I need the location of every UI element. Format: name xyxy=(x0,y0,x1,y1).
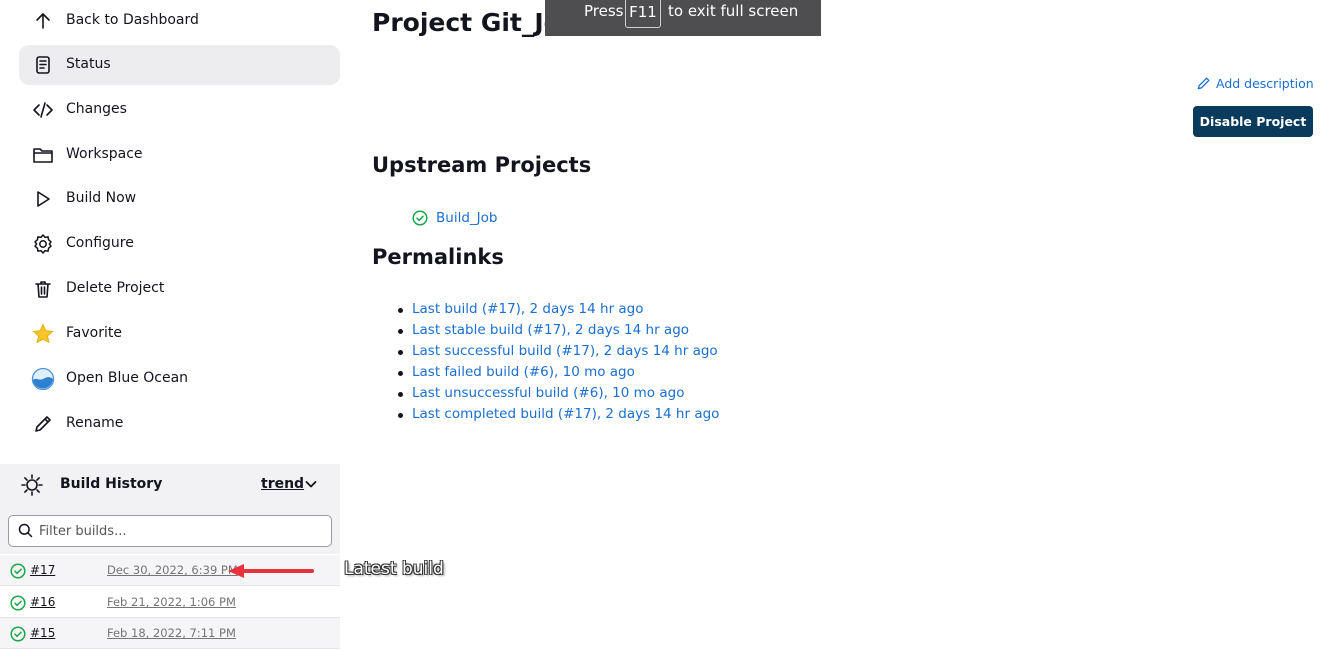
permalink-last-successful-build[interactable]: Last successful build (#17), 2 days 14 h… xyxy=(412,343,718,359)
success-check-icon xyxy=(10,595,26,611)
folder-icon xyxy=(31,143,55,167)
sidebar-item-open-blue-ocean[interactable]: Open Blue Ocean xyxy=(19,359,340,399)
star-icon xyxy=(31,322,55,346)
permalink-last-completed-build[interactable]: Last completed build (#17), 2 days 14 hr… xyxy=(412,406,719,422)
upstream-projects-heading: Upstream Projects xyxy=(372,153,592,177)
sidebar-item-label: Build Now xyxy=(66,190,137,206)
sidebar-item-rename[interactable]: Rename xyxy=(19,404,340,444)
sidebar-item-favorite[interactable]: Favorite xyxy=(19,314,340,354)
fullscreen-hint-press: Press xyxy=(584,2,624,20)
build-row[interactable]: #16 Feb 21, 2022, 1:06 PM xyxy=(0,587,340,618)
permalink-item: Last successful build (#17), 2 days 14 h… xyxy=(398,343,719,364)
success-check-icon xyxy=(10,626,26,642)
build-history-icon xyxy=(20,473,44,497)
pencil-icon xyxy=(1197,77,1210,90)
gear-icon xyxy=(31,232,55,256)
sidebar-item-delete-project[interactable]: Delete Project xyxy=(19,269,340,309)
sidebar-item-label: Configure xyxy=(66,235,134,251)
success-check-icon xyxy=(412,210,428,226)
trash-icon xyxy=(31,277,55,301)
search-icon xyxy=(18,523,33,538)
chevron-down-icon[interactable] xyxy=(303,476,319,492)
build-filter-box xyxy=(8,515,332,547)
sidebar-item-label: Delete Project xyxy=(66,280,165,296)
sidebar-item-label: Rename xyxy=(66,415,124,431)
sidebar-item-label: Open Blue Ocean xyxy=(66,370,189,386)
filter-builds-input[interactable] xyxy=(39,521,319,541)
sidebar-item-configure[interactable]: Configure xyxy=(19,224,340,264)
build-history-title: Build History xyxy=(60,476,163,492)
annotation-arrow xyxy=(228,564,314,578)
build-number-link[interactable]: #16 xyxy=(30,595,55,609)
fullscreen-hint: Press F11 to exit full screen xyxy=(545,0,821,36)
sidebar-item-workspace[interactable]: Workspace xyxy=(19,135,340,175)
sidebar-item-changes[interactable]: Changes xyxy=(19,90,340,130)
permalink-last-failed-build[interactable]: Last failed build (#6), 10 mo ago xyxy=(412,364,635,380)
code-icon xyxy=(31,98,55,122)
add-description-label: Add description xyxy=(1216,76,1314,91)
upstream-project-link[interactable]: Build_Job xyxy=(436,210,497,226)
play-icon xyxy=(31,187,55,211)
permalink-last-stable-build[interactable]: Last stable build (#17), 2 days 14 hr ag… xyxy=(412,322,689,338)
sidebar-item-build-now[interactable]: Build Now xyxy=(19,179,340,219)
build-row[interactable]: #15 Feb 18, 2022, 7:11 PM xyxy=(0,618,340,649)
sidebar-item-label: Favorite xyxy=(66,325,122,341)
trend-link[interactable]: trend xyxy=(261,476,304,492)
build-date-link[interactable]: Dec 30, 2022, 6:39 PM xyxy=(107,563,238,577)
build-date-link[interactable]: Feb 21, 2022, 1:06 PM xyxy=(107,595,236,609)
arrow-up-icon xyxy=(31,9,55,33)
annotation-label: Latest build xyxy=(344,559,444,579)
build-number-link[interactable]: #15 xyxy=(30,626,55,640)
sidebar-item-label: Changes xyxy=(66,101,127,117)
build-date-link[interactable]: Feb 18, 2022, 7:11 PM xyxy=(107,626,236,640)
sidebar-item-label: Workspace xyxy=(66,146,143,162)
permalink-item: Last build (#17), 2 days 14 hr ago xyxy=(398,301,719,322)
permalink-item: Last completed build (#17), 2 days 14 hr… xyxy=(398,406,719,427)
permalinks-heading: Permalinks xyxy=(372,245,504,269)
pencil-icon xyxy=(31,412,55,436)
f11-key: F11 xyxy=(625,0,661,28)
permalink-last-build[interactable]: Last build (#17), 2 days 14 hr ago xyxy=(412,301,644,317)
sidebar-item-status[interactable]: Status xyxy=(19,45,340,85)
permalink-item: Last stable build (#17), 2 days 14 hr ag… xyxy=(398,322,719,343)
permalink-item: Last unsuccessful build (#6), 10 mo ago xyxy=(398,385,719,406)
disable-project-button[interactable]: Disable Project xyxy=(1193,106,1313,137)
build-filter-container xyxy=(0,506,340,554)
upstream-project-item: Build_Job xyxy=(412,210,497,226)
success-check-icon xyxy=(10,563,26,579)
sidebar: Back to Dashboard Status Changes Workspa… xyxy=(0,0,340,651)
permalink-last-unsuccessful-build[interactable]: Last unsuccessful build (#6), 10 mo ago xyxy=(412,385,684,401)
sidebar-item-label: Back to Dashboard xyxy=(66,12,199,28)
document-icon xyxy=(31,53,55,77)
build-history-header: Build History trend xyxy=(0,464,340,506)
permalink-item: Last failed build (#6), 10 mo ago xyxy=(398,364,719,385)
build-number-link[interactable]: #17 xyxy=(30,563,55,577)
sidebar-item-label: Status xyxy=(66,56,111,72)
sidebar-item-back-to-dashboard[interactable]: Back to Dashboard xyxy=(19,1,340,41)
blue-ocean-icon xyxy=(31,367,55,391)
permalinks-list: Last build (#17), 2 days 14 hr ago Last … xyxy=(398,301,719,427)
fullscreen-hint-text: to exit full screen xyxy=(668,2,799,20)
add-description-link[interactable]: Add description xyxy=(1196,76,1314,91)
